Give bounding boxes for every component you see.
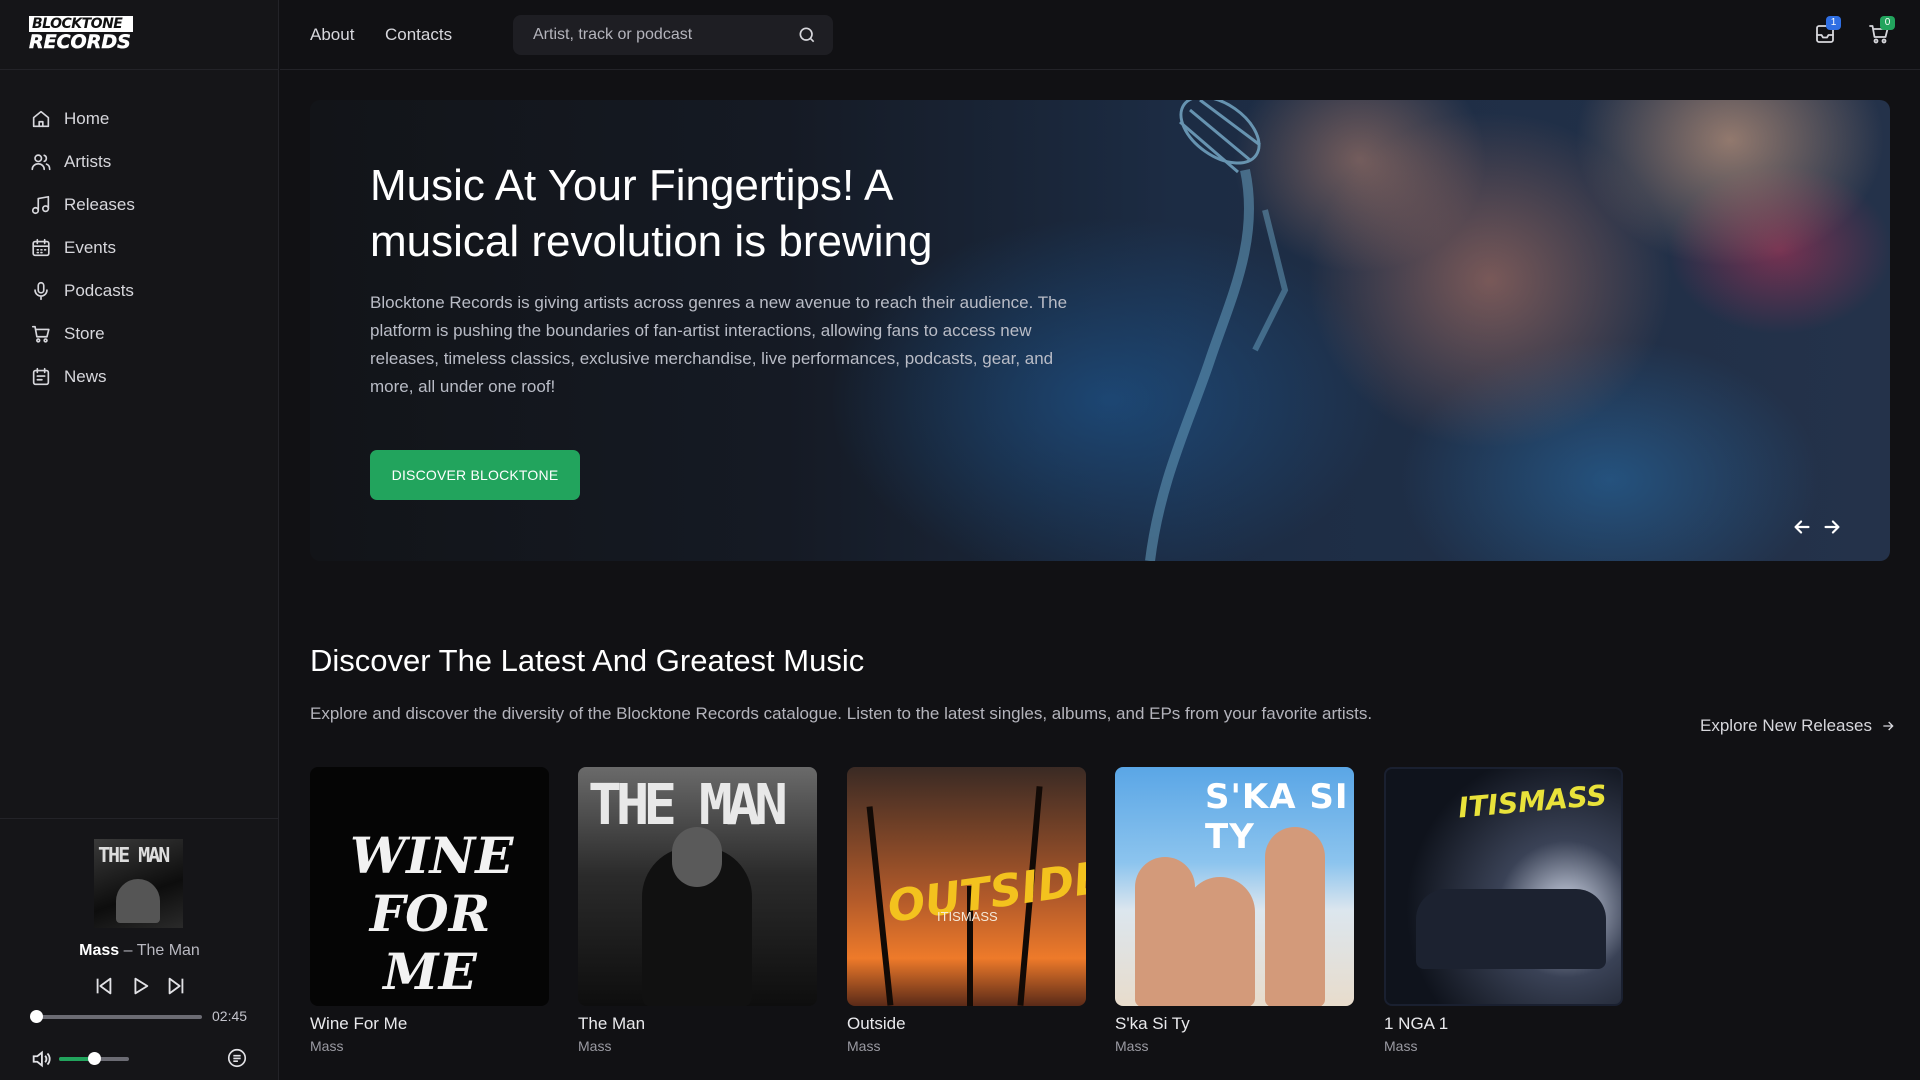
arrow-left-icon[interactable]: [1791, 516, 1813, 538]
top-bar: About Contacts 1 0: [280, 0, 1920, 70]
release-card[interactable]: THE MAN The Man Mass: [578, 767, 817, 1054]
play-icon[interactable]: [129, 975, 151, 997]
sidebar-item-home[interactable]: Home: [30, 97, 135, 140]
release-card[interactable]: S'KA SI TY S'ka Si Ty Mass: [1115, 767, 1354, 1054]
sidebar-item-label: News: [64, 366, 107, 386]
progress-bar[interactable]: [30, 1010, 202, 1023]
volume-slider[interactable]: [59, 1052, 129, 1065]
cover-title: WINE FOR ME: [350, 826, 514, 1001]
sidebar-item-label: Releases: [64, 194, 135, 214]
release-artist[interactable]: Mass: [1115, 1038, 1354, 1054]
calendar-icon: [32, 238, 50, 256]
sidebar-item-store[interactable]: Store: [30, 312, 135, 355]
skip-previous-icon[interactable]: [93, 975, 115, 997]
sidebar-item-events[interactable]: Events: [30, 226, 135, 269]
release-artist[interactable]: Mass: [847, 1038, 1086, 1054]
cover-title: THE MAN: [98, 843, 170, 867]
cover-subtitle: ITISMASS: [937, 909, 998, 924]
arrow-right-icon[interactable]: [1821, 516, 1843, 538]
arrow-right-icon: [1883, 721, 1894, 731]
volume-icon[interactable]: [30, 1048, 52, 1070]
cart-badge: 0: [1880, 16, 1895, 30]
cover-title: THE MAN: [588, 773, 788, 838]
release-title: The Man: [578, 1014, 646, 1033]
release-cover: ITISMASS: [1384, 767, 1623, 1006]
section-title: Discover The Latest And Greatest Music: [310, 643, 865, 678]
hero-title: Music At Your Fingertips! A musical revo…: [370, 161, 933, 266]
sidebar-item-label: Home: [64, 108, 110, 128]
cart-button[interactable]: 0: [1867, 16, 1895, 46]
release-title: Wine For Me: [310, 1014, 408, 1033]
cart-icon: [31, 325, 50, 343]
explore-releases-link[interactable]: Explore New Releases: [1700, 716, 1896, 736]
now-playing-meta: Mass – The Man: [0, 942, 279, 960]
release-cover: OUTSIDE ITISMASS: [847, 767, 1086, 1006]
nav-link-about[interactable]: About: [310, 25, 354, 45]
cover-figure: [116, 879, 160, 923]
release-title: Outside: [847, 1014, 906, 1033]
cover-car: [1416, 889, 1606, 969]
now-playing-artist[interactable]: Mass: [79, 942, 119, 959]
discover-button[interactable]: DISCOVER BLOCKTONE: [370, 450, 580, 500]
inbox-badge: 1: [1826, 16, 1841, 30]
section-subtitle: Explore and discover the diversity of th…: [310, 704, 1373, 723]
sidebar-item-news[interactable]: News: [30, 355, 135, 398]
release-cover: THE MAN: [578, 767, 817, 1006]
release-card[interactable]: WINE FOR ME Wine For Me Mass: [310, 767, 549, 1054]
release-title: S'ka Si Ty: [1115, 1014, 1190, 1033]
microphone-image: [1145, 100, 1289, 561]
now-playing-separator: –: [119, 942, 137, 959]
now-playing-cover[interactable]: THE MAN: [94, 839, 183, 928]
release-card[interactable]: ITISMASS 1 NGA 1 Mass: [1384, 767, 1623, 1054]
sidebar-nav: Home Artists Releases Events Podcasts St…: [30, 97, 135, 398]
music-note-icon: [31, 195, 50, 214]
brand-logo-line1: BLOCKTONE: [29, 16, 133, 32]
search-input[interactable]: [513, 15, 793, 55]
inbox-button[interactable]: 1: [1813, 16, 1841, 46]
cover-title: S'KA SI TY: [1205, 777, 1349, 857]
divider: [0, 69, 279, 70]
microphone-icon: [34, 281, 48, 300]
sidebar: BLOCKTONE RECORDS Home Artists Releases …: [0, 0, 279, 1080]
sidebar-item-label: Store: [64, 323, 105, 343]
home-icon: [32, 110, 50, 127]
release-title: 1 NGA 1: [1384, 1014, 1449, 1033]
sidebar-item-label: Artists: [64, 151, 112, 171]
track-duration: 02:45: [212, 1008, 248, 1024]
release-artist[interactable]: Mass: [1384, 1038, 1623, 1054]
playback-controls: [93, 975, 187, 997]
release-cover: S'KA SI TY: [1115, 767, 1354, 1006]
cover-title: ITISMASS: [1456, 778, 1609, 825]
news-icon: [32, 367, 50, 385]
sidebar-item-label: Events: [64, 237, 116, 257]
release-card[interactable]: OUTSIDE ITISMASS Outside Mass: [847, 767, 1086, 1054]
users-icon: [31, 153, 51, 170]
brand-logo-line2: RECORDS: [29, 31, 131, 53]
nav-link-contacts[interactable]: Contacts: [385, 25, 452, 45]
release-artist[interactable]: Mass: [310, 1038, 549, 1054]
now-playing-track[interactable]: The Man: [137, 942, 200, 959]
release-cover: WINE FOR ME: [310, 767, 549, 1006]
volume-handle[interactable]: [88, 1052, 101, 1065]
app-root: BLOCKTONE RECORDS Home Artists Releases …: [0, 0, 1920, 1080]
cover-figure: [1185, 877, 1255, 1006]
sidebar-item-podcasts[interactable]: Podcasts: [30, 269, 135, 312]
search-box: [513, 15, 833, 55]
brand-logo[interactable]: BLOCKTONE RECORDS: [29, 16, 133, 52]
release-artist[interactable]: Mass: [578, 1038, 817, 1054]
sidebar-item-releases[interactable]: Releases: [30, 183, 135, 226]
hero-banner: Music At Your Fingertips! A musical revo…: [310, 100, 1890, 561]
queue-icon[interactable]: [226, 1047, 248, 1069]
explore-releases-label: Explore New Releases: [1700, 716, 1872, 735]
sidebar-item-artists[interactable]: Artists: [30, 140, 135, 183]
search-icon[interactable]: [797, 25, 817, 45]
now-playing-panel: THE MAN Mass – The Man 02:45: [0, 818, 279, 1080]
skip-next-icon[interactable]: [165, 975, 187, 997]
progress-handle[interactable]: [30, 1010, 43, 1023]
sidebar-item-label: Podcasts: [64, 280, 134, 300]
hero-description: Blocktone Records is giving artists acro…: [370, 293, 1068, 396]
